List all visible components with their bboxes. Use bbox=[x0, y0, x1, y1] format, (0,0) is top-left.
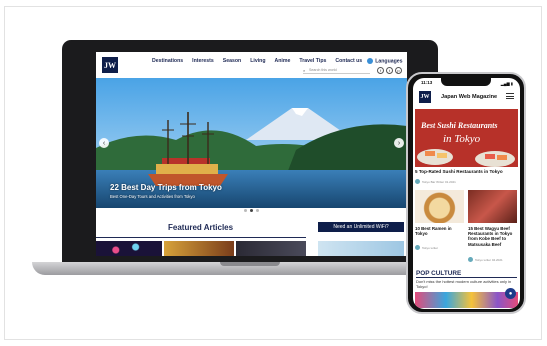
search-input[interactable]: ⌕ Search this world bbox=[303, 68, 370, 74]
wifi-thumbnail[interactable] bbox=[318, 241, 404, 256]
phone-screen: 11:13 ▂▄▆ ▮ JW Japan Web Magazine Best S… bbox=[413, 78, 520, 309]
phone-notch bbox=[441, 78, 491, 86]
ramen-image[interactable] bbox=[415, 190, 464, 223]
facebook-icon[interactable]: f bbox=[377, 67, 384, 74]
article-thumbnail[interactable] bbox=[236, 241, 306, 256]
carousel-dot[interactable] bbox=[256, 209, 259, 212]
pop-culture-image[interactable] bbox=[415, 292, 518, 308]
featured-heading: Featured Articles bbox=[168, 223, 234, 232]
phone-hero-caption[interactable]: 5 Top-Rated Sushi Restaurants in Tokyo bbox=[415, 169, 503, 174]
nav-contact[interactable]: Contact us bbox=[335, 58, 362, 64]
pop-culture-heading: POP CULTURE bbox=[416, 270, 462, 277]
phone-hero-image[interactable]: Best Sushi Restaurants in Tokyo bbox=[415, 109, 518, 167]
tile-author: Tokyo writer bbox=[415, 245, 438, 250]
globe-icon bbox=[367, 58, 374, 64]
author-avatar bbox=[415, 245, 420, 250]
phone-site-title[interactable]: Japan Web Magazine bbox=[441, 94, 497, 100]
article-thumbnail[interactable] bbox=[96, 241, 162, 256]
hero-title[interactable]: 22 Best Day Trips from Tokyo bbox=[110, 183, 222, 192]
tile-caption[interactable]: 10 Best Ramen in Tokyo bbox=[415, 226, 465, 236]
status-time: 11:13 bbox=[421, 80, 433, 85]
pop-culture-subtitle: Don't miss the hottest modern culture ac… bbox=[416, 279, 512, 289]
nav-languages[interactable]: Languages bbox=[367, 58, 403, 65]
wagyu-image[interactable] bbox=[468, 190, 517, 223]
author-name: Tokyo writer 04.2021 bbox=[475, 257, 503, 262]
nav-living[interactable]: Living bbox=[250, 58, 265, 64]
pinterest-icon[interactable]: p bbox=[395, 67, 402, 74]
tile-caption[interactable]: 15 Best Wagyu Beef Restaurants in Tokyo … bbox=[468, 226, 518, 247]
featured-thumbnails bbox=[96, 241, 407, 256]
search-icon: ⌕ bbox=[303, 68, 306, 73]
nav-destinations[interactable]: Destinations bbox=[152, 58, 183, 64]
tile-author: Tokyo writer 04.2021 bbox=[468, 257, 503, 262]
laptop-screen: JW Destinations Interests Season Living … bbox=[96, 52, 407, 256]
nav-travel-tips[interactable]: Travel Tips bbox=[299, 58, 326, 64]
phone-hero-overlay: Best Sushi Restaurants bbox=[421, 121, 498, 130]
languages-label: Languages bbox=[375, 58, 403, 65]
status-icons: ▂▄▆ ▮ bbox=[500, 81, 513, 86]
main-menu: Destinations Interests Season Living Ani… bbox=[152, 58, 403, 64]
laptop-base bbox=[32, 262, 468, 275]
author-avatar bbox=[468, 257, 473, 262]
carousel-prev-button[interactable]: ‹ bbox=[99, 138, 109, 148]
twitter-icon[interactable]: t bbox=[386, 67, 393, 74]
hero-carousel[interactable]: ‹ › 22 Best Day Trips from Tokyo Best On… bbox=[96, 78, 407, 208]
search-placeholder: Search this world bbox=[309, 68, 337, 72]
author-avatar bbox=[415, 179, 420, 184]
carousel-next-button[interactable]: › bbox=[394, 138, 404, 148]
pop-culture-divider bbox=[416, 277, 517, 278]
nav-season[interactable]: Season bbox=[223, 58, 241, 64]
phone-hero-overlay-city: in Tokyo bbox=[443, 133, 481, 145]
site-logo[interactable]: JW bbox=[102, 57, 118, 73]
phone-site-logo[interactable]: JW bbox=[419, 91, 431, 103]
author-name: Tokyo writer bbox=[422, 245, 439, 250]
carousel-dots bbox=[244, 209, 259, 212]
nav-anime[interactable]: Anime bbox=[275, 58, 291, 64]
top-nav: JW Destinations Interests Season Living … bbox=[96, 52, 407, 78]
nav-interests[interactable]: Interests bbox=[192, 58, 214, 64]
carousel-dot[interactable] bbox=[244, 209, 247, 212]
chat-icon[interactable]: ● bbox=[505, 288, 516, 299]
featured-divider bbox=[96, 237, 306, 238]
hamburger-menu-icon[interactable] bbox=[506, 93, 514, 99]
laptop-notch bbox=[220, 262, 280, 266]
carousel-dot-active[interactable] bbox=[250, 209, 253, 212]
phone-hero-author: Tokyo Bar Writer 01.2021 bbox=[415, 179, 456, 184]
wifi-banner[interactable]: Need an Unlimited WiFi? bbox=[318, 222, 404, 232]
social-links: f t p bbox=[377, 67, 402, 74]
author-name: Tokyo Bar Writer 01.2021 bbox=[422, 179, 456, 184]
hero-subtitle: Best One-Day Tours and Activities from T… bbox=[110, 194, 195, 199]
article-thumbnail[interactable] bbox=[164, 241, 234, 256]
